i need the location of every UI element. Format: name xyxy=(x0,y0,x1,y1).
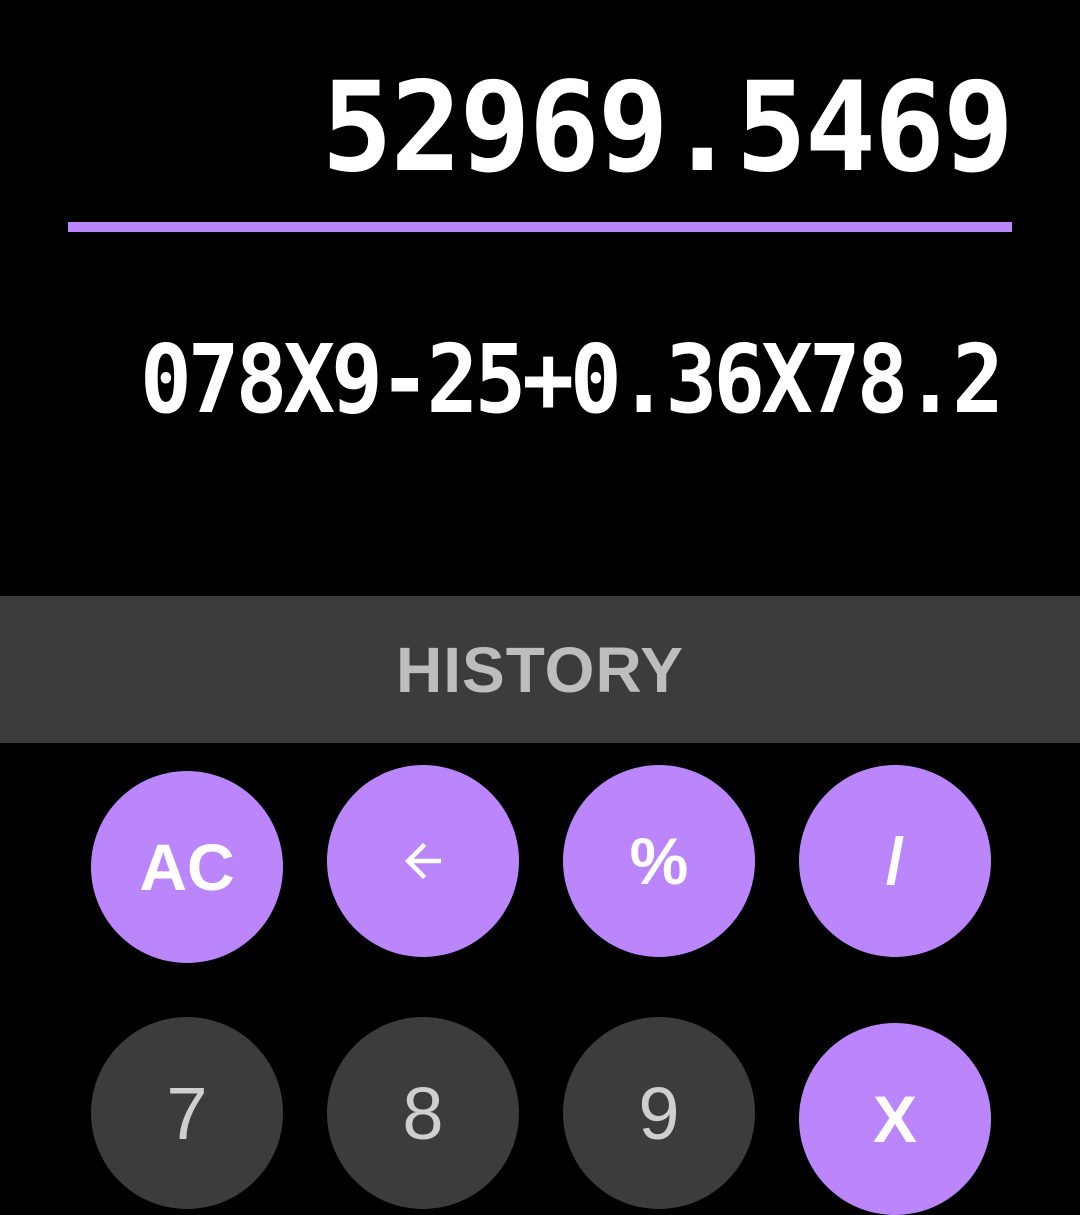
backspace-button[interactable] xyxy=(327,765,519,957)
expression-display: 078X9-25+0.36X78.2 xyxy=(140,325,1004,435)
digit-8-button[interactable]: 8 xyxy=(327,1017,519,1209)
multiply-label: X xyxy=(872,1082,918,1156)
digit-7-label: 7 xyxy=(166,1071,208,1155)
multiply-button[interactable]: X xyxy=(799,1023,991,1215)
digit-9-label: 9 xyxy=(638,1071,680,1155)
digit-9-button[interactable]: 9 xyxy=(563,1017,755,1209)
percent-button[interactable]: % xyxy=(563,765,755,957)
divide-label: / xyxy=(885,824,905,898)
digit-7-button[interactable]: 7 xyxy=(91,1017,283,1209)
digit-8-label: 8 xyxy=(402,1071,444,1155)
arrow-left-icon xyxy=(405,843,441,879)
history-label: HISTORY xyxy=(396,633,684,706)
result-display: 52969.5469 xyxy=(321,54,1014,200)
history-button[interactable]: HISTORY xyxy=(0,596,1080,743)
clear-label: AC xyxy=(139,830,235,904)
clear-button[interactable]: AC xyxy=(91,771,283,963)
percent-label: % xyxy=(629,824,689,898)
divide-button[interactable]: / xyxy=(799,765,991,957)
display-divider xyxy=(68,222,1012,232)
